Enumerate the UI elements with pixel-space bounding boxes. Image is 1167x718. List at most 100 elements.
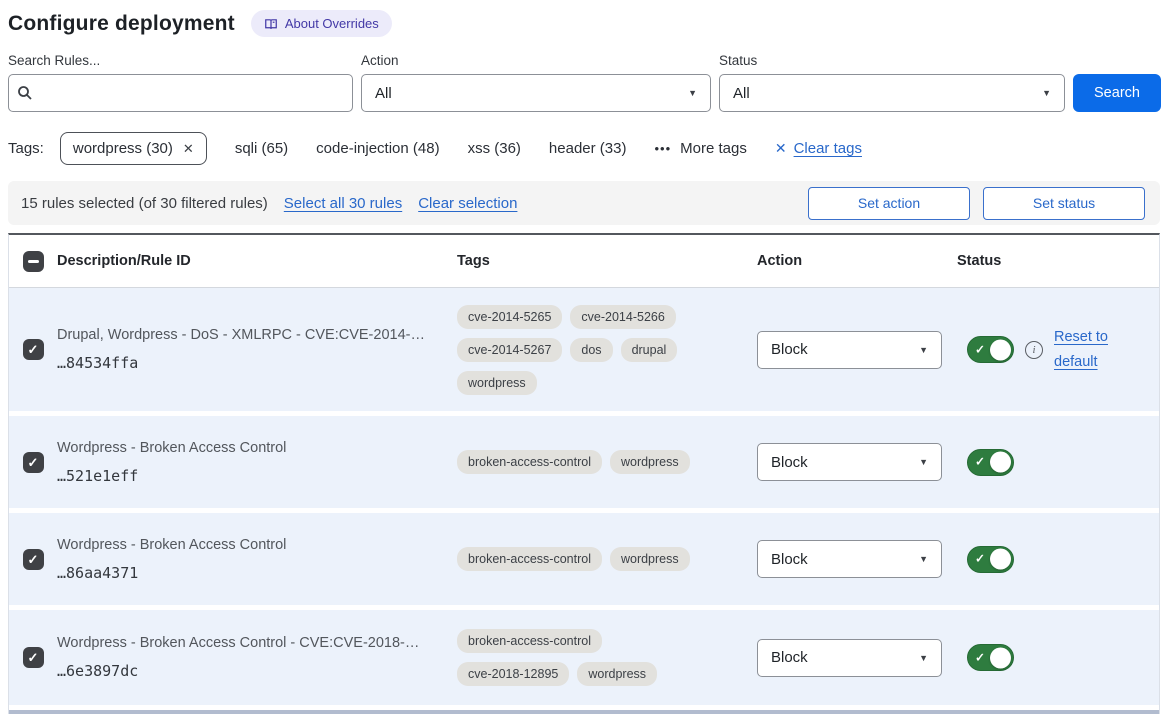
rule-id: …84534ffa: [57, 354, 443, 372]
tag-option-code-injection[interactable]: code-injection (48): [316, 140, 439, 157]
indeterminate-mark-icon: [28, 260, 39, 263]
set-action-button[interactable]: Set action: [808, 187, 970, 220]
chevron-down-icon: ▼: [688, 88, 697, 98]
about-overrides-label: About Overrides: [285, 16, 379, 31]
check-icon: ✓: [975, 552, 985, 566]
set-status-button[interactable]: Set status: [983, 187, 1145, 220]
action-filter-select[interactable]: All ▼: [361, 74, 711, 112]
tag-chip: drupal: [621, 338, 678, 362]
rule-action-cell: Block ▼: [757, 540, 957, 578]
tag-chip: cve-2014-5267: [457, 338, 562, 362]
table-row: ✓ Drupal, Wordpress - DoS - XMLRPC - CVE…: [9, 288, 1159, 411]
more-tags-button[interactable]: ••• More tags: [654, 140, 746, 157]
status-filter: Status All ▼: [719, 53, 1065, 112]
check-icon: ✓: [28, 553, 39, 566]
rule-action-cell: Block ▼: [757, 639, 957, 677]
row-checkbox[interactable]: ✓: [23, 452, 44, 473]
check-icon: ✓: [28, 651, 39, 664]
tag-chip: cve-2014-5266: [570, 305, 675, 329]
rule-description-cell: Drupal, Wordpress - DoS - XMLRPC - CVE:C…: [57, 327, 457, 372]
remove-tag-icon[interactable]: ✕: [183, 141, 194, 157]
clear-tags-link[interactable]: ✕ Clear tags: [775, 140, 862, 157]
search-icon: [17, 85, 33, 101]
search-input[interactable]: [41, 75, 344, 111]
rule-status-cell: ✓ i Reset to default: [957, 325, 1159, 374]
select-all-checkbox[interactable]: [23, 251, 44, 272]
selection-summary: 15 rules selected (of 30 filtered rules): [21, 195, 268, 212]
rule-action-value: Block: [771, 551, 808, 568]
status-filter-select[interactable]: All ▼: [719, 74, 1065, 112]
check-icon: ✓: [975, 650, 985, 664]
rule-action-cell: Block ▼: [757, 443, 957, 481]
status-toggle[interactable]: ✓: [967, 336, 1014, 363]
status-filter-value: All: [733, 85, 750, 102]
rule-tags-cell: broken-access-control cve-2018-12895 wor…: [457, 629, 707, 686]
row-checkbox[interactable]: ✓: [23, 647, 44, 668]
chevron-down-icon: ▼: [919, 653, 928, 663]
tag-chip: wordpress: [457, 371, 537, 395]
search-box[interactable]: [8, 74, 353, 112]
tag-chip: cve-2014-5265: [457, 305, 562, 329]
rule-description-cell: Wordpress - Broken Access Control …521e1…: [57, 440, 457, 485]
status-toggle[interactable]: ✓: [967, 644, 1014, 671]
check-icon: ✓: [28, 456, 39, 469]
select-all-rules-link[interactable]: Select all 30 rules: [284, 195, 402, 212]
rule-description: Wordpress - Broken Access Control: [57, 440, 443, 456]
search-button-wrap: Search: [1073, 53, 1161, 112]
search-button[interactable]: Search: [1073, 74, 1161, 112]
column-header-tags: Tags: [457, 253, 757, 269]
check-icon: ✓: [975, 342, 985, 356]
rule-action-select[interactable]: Block ▼: [757, 540, 942, 578]
table-row: ✓ Wordpress - Broken Access Control …521…: [9, 416, 1159, 508]
rule-action-select[interactable]: Block ▼: [757, 443, 942, 481]
toggle-knob: [990, 452, 1011, 473]
filters-row: Search Rules... Action All ▼ Status All …: [8, 53, 1160, 112]
next-row-divider: [9, 710, 1159, 714]
rule-tags-cell: cve-2014-5265 cve-2014-5266 cve-2014-526…: [457, 305, 707, 395]
tag-option-sqli[interactable]: sqli (65): [235, 140, 288, 157]
row-checkbox[interactable]: ✓: [23, 339, 44, 360]
rule-status-cell: ✓: [957, 449, 1159, 476]
action-filter-value: All: [375, 85, 392, 102]
search-rules-label: Search Rules...: [8, 53, 353, 68]
table-header-row: Description/Rule ID Tags Action Status: [9, 235, 1159, 288]
rule-id: …86aa4371: [57, 564, 443, 582]
rule-status-cell: ✓: [957, 546, 1159, 573]
tag-chip: wordpress: [610, 450, 690, 474]
tag-option-header[interactable]: header (33): [549, 140, 627, 157]
status-toggle[interactable]: ✓: [967, 449, 1014, 476]
action-label: Action: [361, 53, 711, 68]
clear-selection-link[interactable]: Clear selection: [418, 195, 517, 212]
rule-description-cell: Wordpress - Broken Access Control - CVE:…: [57, 635, 457, 680]
toggle-knob: [990, 549, 1011, 570]
toggle-knob: [990, 647, 1011, 668]
chevron-down-icon: ▼: [919, 554, 928, 564]
rule-action-select[interactable]: Block ▼: [757, 331, 942, 369]
rule-action-value: Block: [771, 649, 808, 666]
rule-description: Wordpress - Broken Access Control: [57, 537, 443, 553]
rule-description: Drupal, Wordpress - DoS - XMLRPC - CVE:C…: [57, 327, 443, 343]
column-header-status: Status: [957, 253, 1159, 269]
selected-tag-chip-wordpress[interactable]: wordpress (30) ✕: [60, 132, 207, 165]
table-row: ✓ Wordpress - Broken Access Control - CV…: [9, 610, 1159, 705]
reset-to-default-link[interactable]: Reset to default: [1054, 325, 1118, 374]
row-checkbox[interactable]: ✓: [23, 549, 44, 570]
row-checkbox-cell: ✓: [9, 339, 57, 360]
tag-option-xss[interactable]: xss (36): [468, 140, 521, 157]
tag-chip: dos: [570, 338, 612, 362]
rule-action-select[interactable]: Block ▼: [757, 639, 942, 677]
selected-tag-label: wordpress (30): [73, 140, 173, 157]
rule-action-value: Block: [771, 454, 808, 471]
rule-tags-cell: broken-access-control wordpress: [457, 450, 707, 474]
status-toggle[interactable]: ✓: [967, 546, 1014, 573]
info-icon[interactable]: i: [1025, 341, 1043, 359]
header-checkbox-cell: [9, 251, 57, 272]
search-filter: Search Rules...: [8, 53, 353, 112]
clear-tags-label: Clear tags: [794, 140, 862, 157]
tag-chip: wordpress: [577, 662, 657, 686]
rule-id: …521e1eff: [57, 467, 443, 485]
rule-tags-cell: broken-access-control wordpress: [457, 547, 707, 571]
column-header-description: Description/Rule ID: [57, 253, 457, 269]
about-overrides-badge[interactable]: About Overrides: [251, 10, 392, 37]
rule-action-value: Block: [771, 341, 808, 358]
